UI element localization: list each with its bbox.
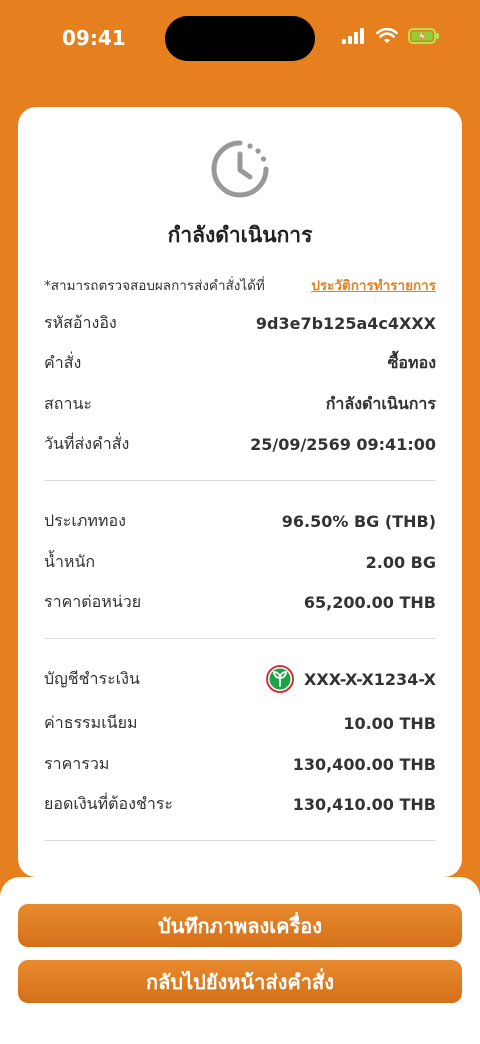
status-label: สถานะ <box>44 394 92 413</box>
divider <box>44 480 436 481</box>
status-bar: 09:41 <box>0 0 480 80</box>
gold-type-value: 96.50% BG (THB) <box>281 512 436 531</box>
fee-label: ค่าธรรมเนียม <box>44 713 138 732</box>
wifi-icon <box>376 28 398 43</box>
kasikorn-bank-logo-icon <box>266 665 294 693</box>
clock-pending-icon <box>211 140 269 198</box>
detail-row-gold-type: ประเภททอง 96.50% BG (THB) <box>44 509 436 534</box>
total-price-value: 130,400.00 THB <box>292 755 436 774</box>
account-value-group: XXX-X-X1234-X <box>266 665 436 693</box>
dynamic-island <box>165 16 315 61</box>
reference-label: รหัสอ้างอิง <box>44 313 117 332</box>
detail-row-total-price: ราคารวม 130,400.00 THB <box>44 752 436 777</box>
battery-charging-icon <box>408 28 439 44</box>
detail-row-amount-due: ยอดเงินที่ต้องชำระ 130,410.00 THB <box>44 792 436 817</box>
save-image-button[interactable]: บันทึกภาพลงเครื่อง <box>18 904 462 947</box>
gold-type-label: ประเภททอง <box>44 511 126 530</box>
detail-row-date: วันที่ส่งคำสั่ง 25/09/2569 09:41:00 <box>44 432 436 457</box>
detail-row-unit-price: ราคาต่อหน่วย 65,200.00 THB <box>44 590 436 615</box>
account-label: บัญชีชำระเงิน <box>44 668 140 688</box>
detail-row-account: บัญชีชำระเงิน XXX-X-X1234-X <box>44 665 436 693</box>
history-note: *สามารถตรวจสอบผลการส่งคำสั่งได้ที่ ประวั… <box>44 274 436 296</box>
status-time: 09:41 <box>62 26 126 50</box>
bottom-action-sheet: บันทึกภาพลงเครื่อง กลับไปยังหน้าส่งคำสั่… <box>0 877 480 1044</box>
total-price-label: ราคารวม <box>44 754 110 773</box>
amount-due-value: 130,410.00 THB <box>292 795 436 814</box>
fee-value: 10.00 THB <box>343 714 436 733</box>
date-label: วันที่ส่งคำสั่ง <box>44 434 130 453</box>
system-icons <box>342 28 440 44</box>
order-label: คำสั่ง <box>44 353 82 372</box>
detail-row-order: คำสั่ง ซื้อทอง <box>44 351 436 376</box>
history-note-text: *สามารถตรวจสอบผลการส่งคำสั่งได้ที่ <box>44 278 265 294</box>
detail-row-status: สถานะ กำลังดำเนินการ <box>44 392 436 417</box>
status-value: กำลังดำเนินการ <box>325 394 436 413</box>
order-status-card: กำลังดำเนินการ *สามารถตรวจสอบผลการส่งคำส… <box>18 107 462 877</box>
detail-row-weight: น้ำหนัก 2.00 BG <box>44 550 436 575</box>
weight-value: 2.00 BG <box>365 553 436 572</box>
history-link[interactable]: ประวัติการทำรายการ <box>311 274 436 296</box>
divider <box>44 840 436 841</box>
date-value: 25/09/2569 09:41:00 <box>250 435 436 454</box>
detail-row-reference: รหัสอ้างอิง 9d3e7b125a4c4XXX <box>44 311 436 336</box>
back-to-order-button[interactable]: กลับไปยังหน้าส่งคำสั่ง <box>18 960 462 1003</box>
detail-row-fee: ค่าธรรมเนียม 10.00 THB <box>44 711 436 736</box>
order-value: ซื้อทอง <box>387 353 436 372</box>
unit-price-value: 65,200.00 THB <box>303 593 436 612</box>
status-title: กำลังดำเนินการ <box>167 223 313 247</box>
signal-icon <box>342 28 364 44</box>
reference-value: 9d3e7b125a4c4XXX <box>255 314 436 333</box>
divider <box>44 638 436 639</box>
account-value: XXX-X-X1234-X <box>304 669 436 689</box>
unit-price-label: ราคาต่อหน่วย <box>44 592 142 611</box>
weight-label: น้ำหนัก <box>44 552 96 571</box>
amount-due-label: ยอดเงินที่ต้องชำระ <box>44 794 173 813</box>
